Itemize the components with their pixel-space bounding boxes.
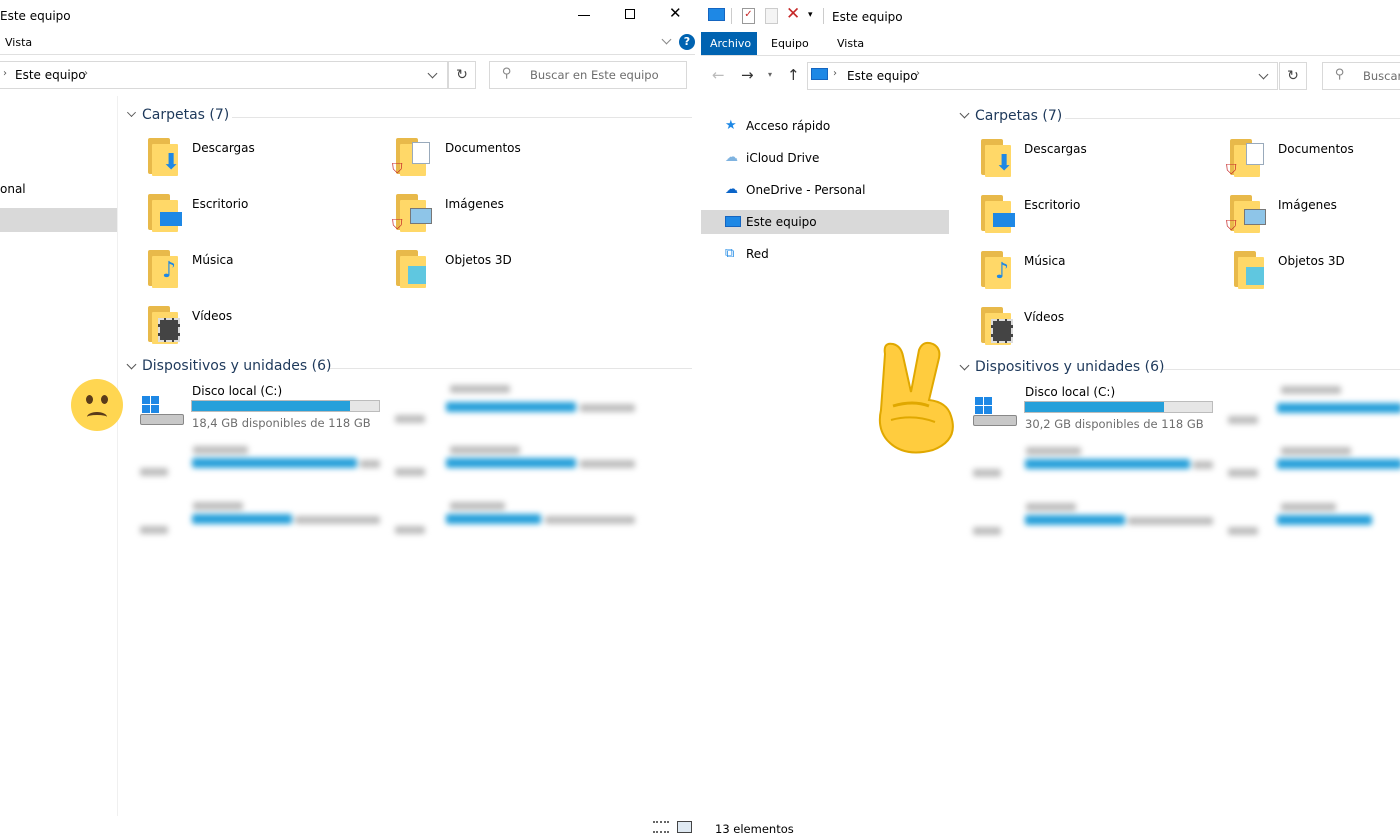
details-view-icon[interactable] <box>653 821 669 833</box>
right-explorer-window: ✓ ✕ ▾ Este equipo Archivo Equipo Vista ←… <box>701 0 1400 840</box>
status-item-count: 13 elementos <box>715 822 794 836</box>
left-explorer-window: Este equipo ✕ Vista ? › Este equipo › ↻ … <box>0 0 695 840</box>
large-icons-view-icon[interactable] <box>677 821 692 833</box>
blurred-drives <box>0 0 695 600</box>
blurred-drives <box>701 0 1400 600</box>
